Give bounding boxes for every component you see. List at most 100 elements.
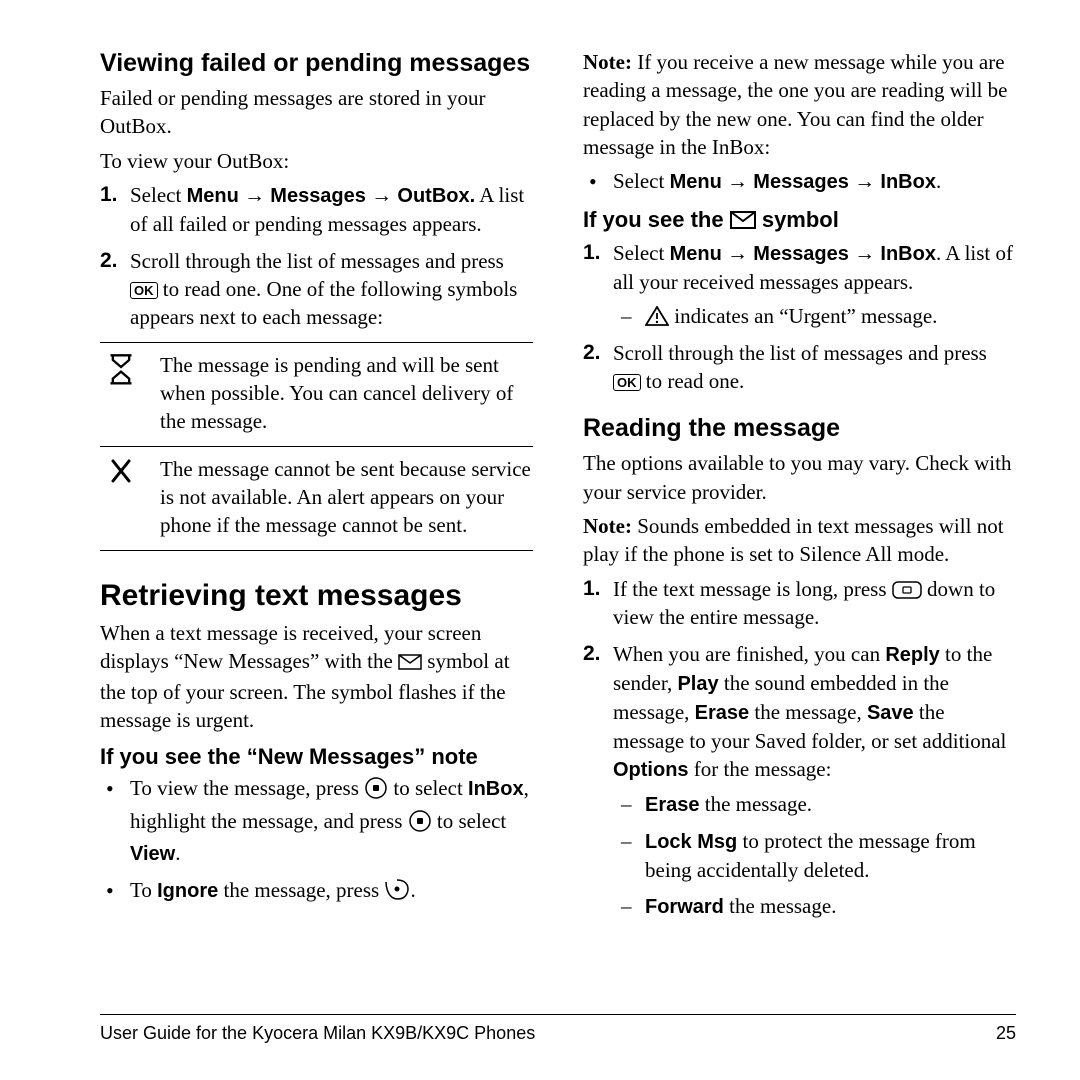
nav-button-icon [364,777,388,806]
erase-label: Erase [695,702,750,724]
view-label: View [130,843,175,865]
note-label: Note: [583,514,632,538]
text: to select [432,809,507,833]
text: the message. [700,792,813,816]
list-item: 1. Select Menu → Messages → InBox. A lis… [583,239,1016,331]
text: to read one. [641,369,745,393]
scroll-button-icon [892,577,922,601]
reading-steps: 1. If the text message is long, press do… [583,575,1016,921]
message-options-list: Erase the message. Lock Msg to protect t… [613,790,1016,921]
new-message-bullets: To view the message, press to select InB… [100,774,533,908]
page-footer: User Guide for the Kyocera Milan KX9B/KX… [100,1014,1016,1044]
table-row: The message cannot be sent because servi… [100,447,533,551]
text: symbol [756,207,839,232]
outbox-label: OutBox. [397,185,475,207]
arrow-icon: → [854,170,875,193]
warning-triangle-icon [645,304,669,328]
forward-label: Forward [645,896,724,918]
list-item: To Ignore the message, press . [100,876,533,908]
text: indicates an “Urgent” message. [669,304,937,328]
page-number: 25 [996,1023,1016,1044]
ok-button-icon: OK [613,374,641,391]
list-item: To view the message, press to select InB… [100,774,533,868]
para-outbox-intro: Failed or pending messages are stored in… [100,84,533,141]
messages-label: Messages [753,171,849,193]
text: Select [613,169,670,193]
menu-label: Menu [670,171,722,193]
text: for the message: [689,757,832,781]
text: If you receive a new message while you a… [583,50,1008,159]
arrow-icon: → [371,184,392,207]
hourglass-icon [100,351,142,436]
list-item: Forward the message. [613,892,1016,921]
arrow-icon: → [854,242,875,265]
symbol-table: The message is pending and will be sent … [100,342,533,551]
list-item: 1. Select Menu → Messages → OutBox. A li… [100,181,533,239]
para-options-vary: The options available to you may vary. C… [583,449,1016,506]
urgent-dash: indicates an “Urgent” message. [613,302,1016,330]
play-label: Play [677,673,718,695]
list-item: 2. Scroll through the list of messages a… [583,339,1016,396]
inbox-label: InBox [468,778,524,800]
text: the message, press [218,878,384,902]
text: the message. [724,894,837,918]
para-retrieving: When a text message is received, your sc… [100,619,533,734]
note-silence-mode: Note: Sounds embedded in text messages w… [583,512,1016,569]
reply-label: Reply [885,644,939,666]
ignore-label: Ignore [157,880,218,902]
note-label: Note: [583,50,632,74]
inbox-bullet: Select Menu → Messages → InBox. [583,167,1016,196]
text: The message is pending and will be sent … [160,351,533,436]
text: The message cannot be sent because servi… [160,455,533,540]
list-item: 2. When you are finished, you can Reply … [583,640,1016,922]
heading-viewing-failed: Viewing failed or pending messages [100,48,533,78]
text: to read one. One of the following symbol… [130,277,517,329]
list-item: Lock Msg to protect the message from bei… [613,827,1016,884]
text: Sounds embedded in text messages will no… [583,514,1004,566]
save-label: Save [867,702,914,724]
lock-msg-label: Lock Msg [645,831,737,853]
text: Select [613,241,670,265]
list-item: indicates an “Urgent” message. [613,302,1016,330]
inbox-label: InBox [880,171,936,193]
ok-button-icon: OK [130,282,158,299]
messages-label: Messages [753,243,849,265]
text: Scroll through the list of messages and … [613,341,987,365]
menu-label: Menu [670,243,722,265]
back-button-icon [384,879,410,908]
x-icon [100,455,142,540]
nav-button-icon [408,810,432,839]
envelope-icon [730,209,756,235]
text: To view the message, press [130,776,364,800]
arrow-icon: → [727,242,748,265]
list-item: Select Menu → Messages → InBox. [583,167,1016,196]
text: to select [388,776,468,800]
note-new-while-reading: Note: If you receive a new message while… [583,48,1016,161]
left-column: Viewing failed or pending messages Faile… [100,48,533,1008]
text: Scroll through the list of messages and … [130,249,504,273]
list-item: 2. Scroll through the list of messages a… [100,247,533,332]
text: Select [130,183,187,207]
table-row: The message is pending and will be sent … [100,343,533,447]
heading-envelope-symbol: If you see the symbol [583,207,1016,235]
para-outbox-lead: To view your OutBox: [100,147,533,175]
text: If the text message is long, press [613,577,892,601]
inbox-label: InBox [880,243,936,265]
right-column: Note: If you receive a new message while… [583,48,1016,1008]
options-label: Options [613,759,689,781]
text: To [130,878,157,902]
list-item: 1. If the text message is long, press do… [583,575,1016,632]
messages-label: Messages [270,185,366,207]
two-column-layout: Viewing failed or pending messages Faile… [100,48,1016,1008]
erase-label: Erase [645,794,700,816]
outbox-steps: 1. Select Menu → Messages → OutBox. A li… [100,181,533,332]
arrow-icon: → [727,170,748,193]
envelope-icon [398,649,422,677]
heading-new-messages-note: If you see the “New Messages” note [100,744,533,770]
text: If you see the [583,207,730,232]
heading-retrieving: Retrieving text messages [100,579,533,613]
arrow-icon: → [244,184,265,207]
text: the message, [749,700,867,724]
menu-label: Menu [187,185,239,207]
footer-title: User Guide for the Kyocera Milan KX9B/KX… [100,1023,535,1044]
